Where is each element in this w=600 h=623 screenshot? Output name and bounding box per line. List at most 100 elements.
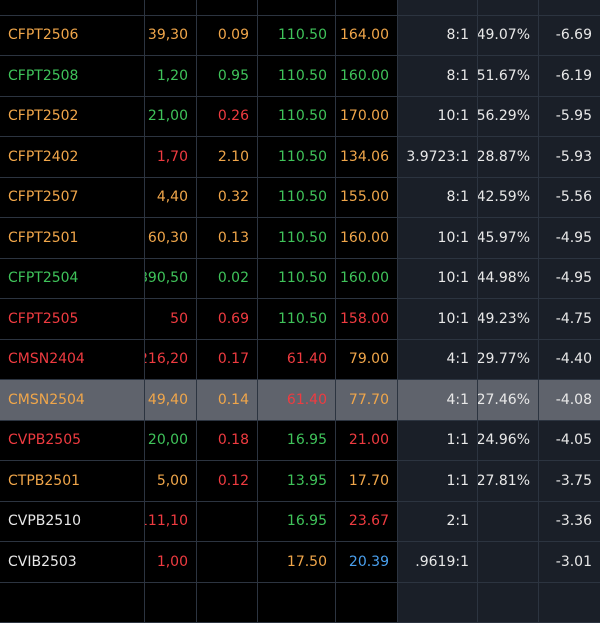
table-row[interactable]: CFPT250160,300.13110.50160.0010:145.97%-… [0,218,600,259]
table-row[interactable]: CFPT250221,000.26110.50170.0010:156.29%-… [0,97,600,138]
ratio-cell: 2:1 [398,502,478,542]
last-price-cell [336,0,398,15]
table-row[interactable]: CFPT2505500.69110.50158.0010:149.23%-4.7… [0,299,600,340]
change-cell: 0.17 [197,340,258,380]
percent-cell: 56.29% [478,97,539,137]
last-price-cell: 134.06 [336,137,398,177]
symbol-cell: CFPT2503 [0,0,145,15]
percent-cell [478,583,539,623]
symbol-cell: CFPT2505 [0,299,145,339]
change-cell: 0.13 [197,218,258,258]
ratio-cell: 1:1 [398,421,478,461]
strike-price-cell: 17.50 [258,542,336,582]
table-row[interactable]: CVIB25031,00 17.5020.39.9619:1 -3.01 [0,542,600,583]
table-row[interactable]: CFPT25081,200.95110.50160.008:151.67%-6.… [0,56,600,97]
last-price-cell: 23.67 [336,502,398,542]
last-price-cell: 20.39 [336,542,398,582]
percent-cell: 51.67% [478,56,539,96]
price-cell: 49,40 [145,380,197,420]
percent-cell [478,0,539,15]
change-cell: 0.32 [197,178,258,218]
percent-cell: 27.81% [478,461,539,501]
price-cell: 111,10 [145,502,197,542]
ratio-cell: 8:1 [398,16,478,56]
strike-price-cell: 110.50 [258,259,336,299]
change-cell [197,542,258,582]
percent-cell: 29.77% [478,340,539,380]
symbol-cell: CVIB2503 [0,542,145,582]
price-cell: 39,30 [145,16,197,56]
table-row[interactable]: CFPT250639,300.09110.50164.008:149.07%-6… [0,16,600,57]
strike-price-cell [258,0,336,15]
price-cell: 4,40 [145,178,197,218]
percent-cell [478,542,539,582]
symbol-cell: CFPT2506 [0,16,145,56]
symbol-cell: CVPB2510 [0,502,145,542]
symbol-cell: CFPT2501 [0,218,145,258]
diff-cell: -3.01 [539,542,600,582]
ratio-cell: 10:1 [398,299,478,339]
diff-cell: -6.69 [539,16,600,56]
ratio-cell: 10:1 [398,259,478,299]
last-price-cell: 77.70 [336,380,398,420]
percent-cell: 27.46% [478,380,539,420]
strike-price-cell: 61.40 [258,380,336,420]
symbol-cell: CFPT2502 [0,97,145,137]
table-row[interactable]: CFPT2504890,500.02110.50160.0010:144.98%… [0,259,600,300]
table-row[interactable]: CVPB2510111,1016.9523.672:1-3.36 [0,502,600,543]
diff-cell: -4.08 [539,380,600,420]
strike-price-cell: 61.40 [258,340,336,380]
percent-cell: 49.07% [478,16,539,56]
ratio-cell: .9619:1 [398,542,478,582]
diff-cell: -4.05 [539,421,600,461]
table-row[interactable] [0,583,600,623]
diff-cell: -5.95 [539,97,600,137]
ratio-cell: 4:1 [398,380,478,420]
symbol-cell: CMSN2404 [0,340,145,380]
table-row[interactable]: CMSN2404216,200.1761.4079.004:129.77%-4.… [0,340,600,381]
table-row[interactable]: CFPT2503 [0,0,600,16]
price-cell: 1,00 [145,542,197,582]
change-cell: 0.02 [197,259,258,299]
table-row[interactable]: CVPB250520,000.1816.9521.001:124.96%-4.0… [0,421,600,462]
strike-price-cell: 16.95 [258,502,336,542]
ratio-cell: 3.9723:1 [398,137,478,177]
percent-cell [478,502,539,542]
last-price-cell: 164.00 [336,16,398,56]
price-cell: 20,00 [145,421,197,461]
ratio-cell: 8:1 [398,56,478,96]
ratio-cell: 10:1 [398,97,478,137]
price-cell: 890,50 [145,259,197,299]
ratio-cell [398,0,478,15]
percent-cell: 24.96% [478,421,539,461]
strike-price-cell: 110.50 [258,299,336,339]
table-row[interactable]: CFPT25074,400.32110.50155.008:142.59%-5.… [0,178,600,219]
diff-cell: -4.95 [539,218,600,258]
table-row[interactable]: CFPT24021,702.10110.50134.063.9723:128.8… [0,137,600,178]
change-cell: 0.69 [197,299,258,339]
ratio-cell: 10:1 [398,218,478,258]
change-cell [197,583,258,623]
price-cell: 216,20 [145,340,197,380]
strike-price-cell: 110.50 [258,16,336,56]
symbol-cell: CFPT2504 [0,259,145,299]
last-price-cell: 158.00 [336,299,398,339]
symbol-cell: CMSN2504 [0,380,145,420]
percent-cell: 42.59% [478,178,539,218]
price-cell: 50 [145,299,197,339]
change-cell: 0.14 [197,380,258,420]
table-row[interactable]: CMSN250449,400.1461.4077.704:127.46%-4.0… [0,380,600,421]
symbol-cell [0,583,145,623]
strike-price-cell: 110.50 [258,137,336,177]
diff-cell [539,583,600,623]
strike-price-cell: 110.50 [258,97,336,137]
change-cell [197,502,258,542]
diff-cell [539,0,600,15]
last-price-cell: 170.00 [336,97,398,137]
price-cell: 5,00 [145,461,197,501]
strike-price-cell: 110.50 [258,218,336,258]
ratio-cell: 8:1 [398,178,478,218]
change-cell: 0.09 [197,16,258,56]
table-row[interactable]: CTPB25015,000.1213.9517.701:127.81%-3.75 [0,461,600,502]
diff-cell: -5.56 [539,178,600,218]
